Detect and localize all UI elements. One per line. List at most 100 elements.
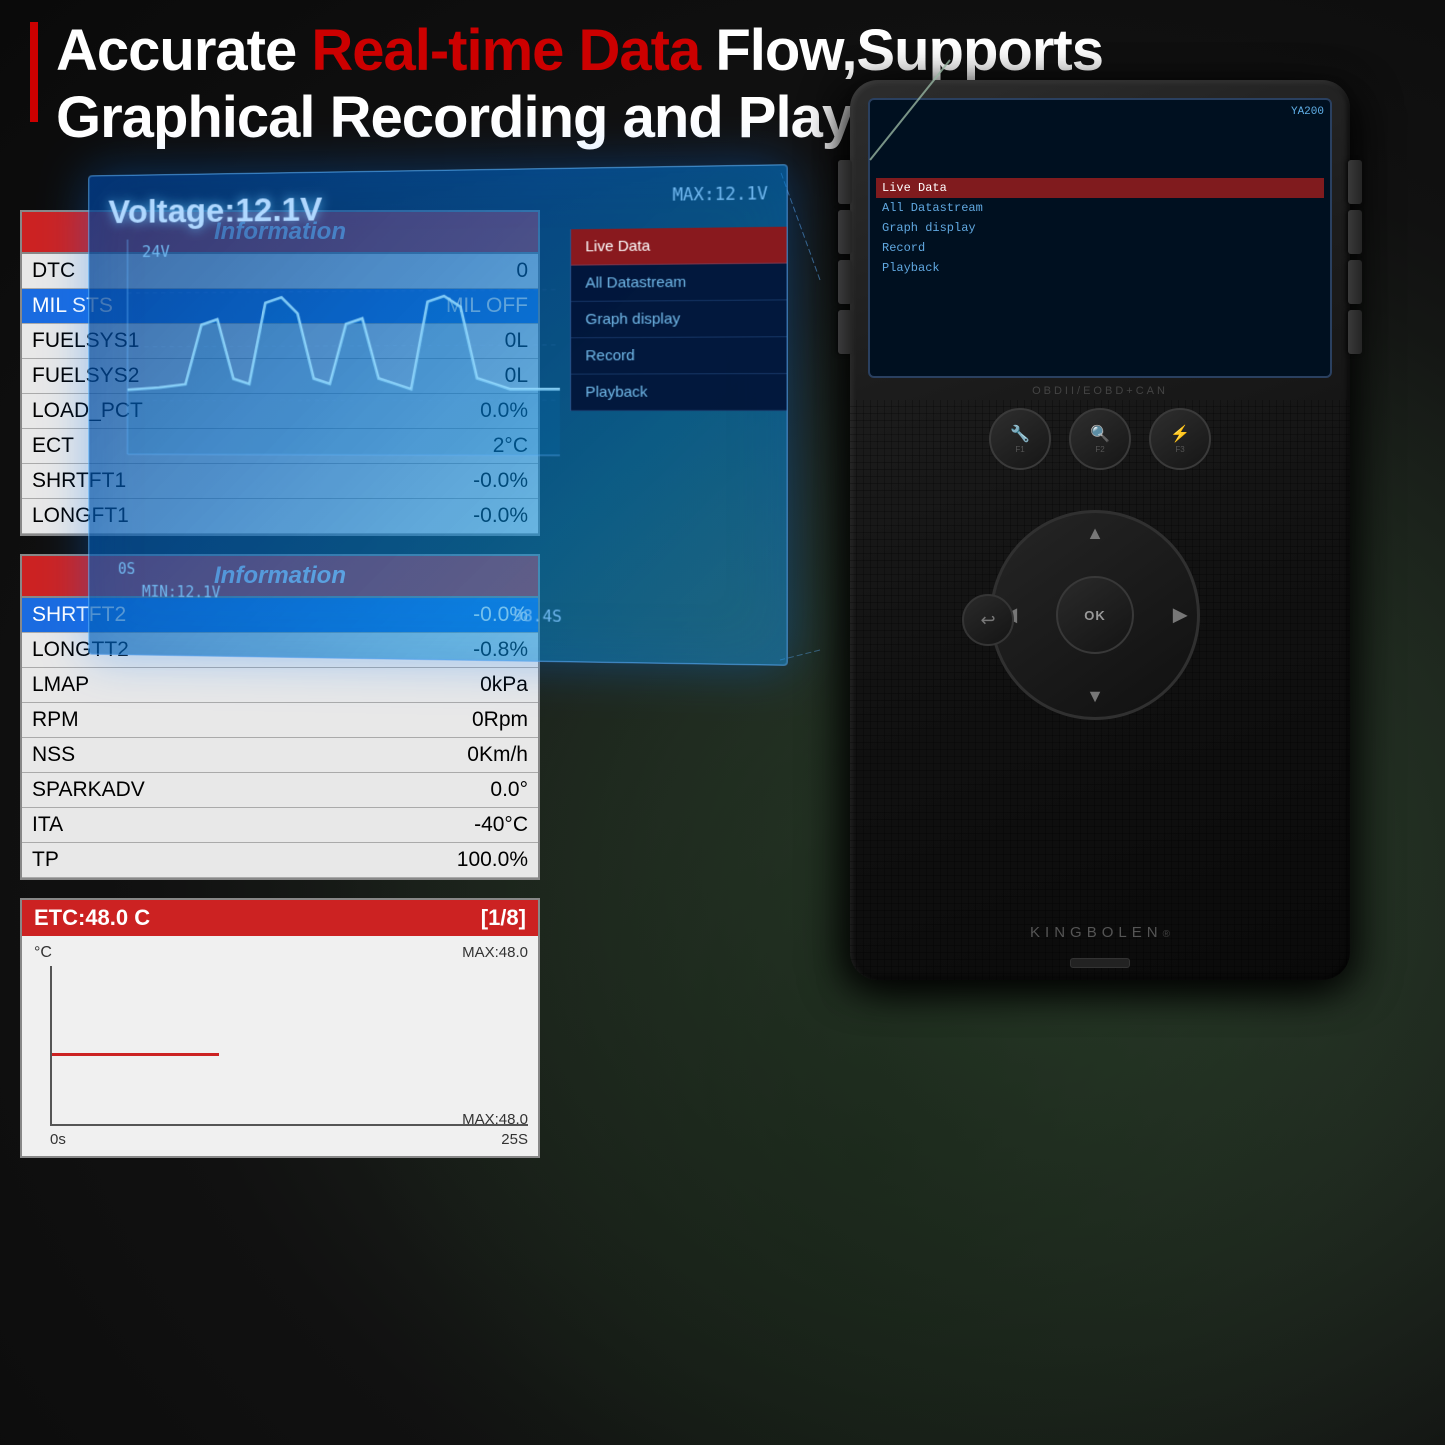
cell-value: 0.0% — [312, 394, 538, 429]
dpad-ring: ▲ ▼ ◀ ▶ OK — [990, 510, 1200, 720]
side-button[interactable] — [1348, 310, 1362, 354]
cell-label: SHRTFT1 — [22, 464, 312, 499]
info-table-2: Information SHRTFT2 -0.0% LONGTT2 -0.8% … — [20, 554, 540, 880]
screen-menu-item-alldatastream[interactable]: All Datastream — [876, 198, 1324, 218]
table-row: DTC 0 — [22, 254, 538, 289]
cell-value: 0kPa — [328, 668, 538, 703]
cell-value: 100.0% — [328, 843, 538, 878]
screen-menu-item-graphdisplay[interactable]: Graph display — [876, 218, 1324, 238]
table-row: SPARKADV 0.0° — [22, 773, 538, 808]
screen-model-label: YA200 — [876, 106, 1324, 118]
cell-value: 0 — [312, 254, 538, 289]
back-icon: ↩ — [980, 610, 995, 631]
side-button[interactable] — [838, 310, 852, 354]
info-table-1-header: Information — [22, 212, 538, 254]
function-buttons: 🔧 F1 🔍 F2 ⚡ F3 — [989, 408, 1211, 470]
side-buttons-left — [838, 160, 852, 354]
f2-label: F2 — [1095, 445, 1104, 454]
table-row: MIL STS MIL OFF — [22, 289, 538, 324]
info-table-1-body: DTC 0 MIL STS MIL OFF FUELSYS1 0L FUELSY… — [22, 254, 538, 534]
screen-content: YA200 Live Data All Datastream Graph dis… — [870, 100, 1330, 284]
brand-name: KINGBOLEN — [1030, 924, 1163, 941]
cell-label: ITA — [22, 808, 328, 843]
dpad-up-arrow[interactable]: ▲ — [1086, 523, 1104, 544]
usb-port — [1070, 958, 1130, 968]
title-red: Real-time Data — [311, 18, 700, 83]
etc-pagination: [1/8] — [481, 905, 526, 931]
cell-value: 2°C — [312, 429, 538, 464]
dpad-ok-button[interactable]: OK — [1056, 576, 1134, 654]
cell-value: 0L — [312, 324, 538, 359]
info-table-2-header: Information — [22, 556, 538, 598]
table-row: LONGFT1 -0.0% — [22, 499, 538, 534]
etc-chart-area — [50, 966, 528, 1126]
device-body: YA200 Live Data All Datastream Graph dis… — [850, 80, 1350, 980]
cell-label: FUELSYS2 — [22, 359, 312, 394]
table-row: SHRTFT2 -0.0% — [22, 598, 538, 633]
etc-max-bottom: MAX:48.0 — [462, 1111, 528, 1128]
cell-value: -0.0% — [328, 598, 538, 633]
brand-registered: ® — [1163, 929, 1170, 940]
table-row: LOAD_PCT 0.0% — [22, 394, 538, 429]
table-row: FUELSYS2 0L — [22, 359, 538, 394]
table-row: LMAP 0kPa — [22, 668, 538, 703]
cell-label: TP — [22, 843, 328, 878]
device-screen: YA200 Live Data All Datastream Graph dis… — [868, 98, 1332, 378]
table-row: SHRTFT1 -0.0% — [22, 464, 538, 499]
side-button[interactable] — [1348, 260, 1362, 304]
cell-value: 0Km/h — [328, 738, 538, 773]
etc-max-top: MAX:48.0 — [462, 944, 528, 961]
header-accent-bar — [30, 22, 38, 122]
etc-chart-header: ETC:48.0 C [1/8] — [22, 900, 538, 936]
func-button-f3[interactable]: ⚡ F3 — [1149, 408, 1211, 470]
side-button[interactable] — [838, 260, 852, 304]
screen-menu-item-playback[interactable]: Playback — [876, 258, 1324, 278]
func-button-f1[interactable]: 🔧 F1 — [989, 408, 1051, 470]
device-wrapper: YA200 Live Data All Datastream Graph dis… — [775, 80, 1425, 1280]
side-button[interactable] — [1348, 160, 1362, 204]
table-row: LONGTT2 -0.8% — [22, 633, 538, 668]
table-row: FUELSYS1 0L — [22, 324, 538, 359]
f3-label: F3 — [1175, 445, 1184, 454]
screen-menu-item-livedata[interactable]: Live Data — [876, 178, 1324, 198]
func-button-f2[interactable]: 🔍 F2 — [1069, 408, 1131, 470]
back-button[interactable]: ↩ — [962, 594, 1014, 646]
etc-x-start: 0s — [50, 1131, 66, 1148]
side-button[interactable] — [1348, 210, 1362, 254]
cell-label: LONGFT1 — [22, 499, 312, 534]
title-part2: Flow,Supports — [700, 18, 1103, 83]
etc-chart: ETC:48.0 C [1/8] °C MAX:48.0 MAX:48.0 0s… — [20, 898, 540, 1158]
etc-x-end: 25S — [501, 1131, 528, 1148]
title-part1: Accurate — [56, 18, 311, 83]
cell-value: -0.0% — [312, 464, 538, 499]
dtc-icon: 🔧 — [1010, 424, 1030, 444]
cell-value: -0.8% — [328, 633, 538, 668]
side-button[interactable] — [838, 210, 852, 254]
obdii-label: OBDII/EOBD+CAN — [1032, 385, 1168, 397]
cell-value: -0.0% — [312, 499, 538, 534]
cell-value: 0.0° — [328, 773, 538, 808]
cell-label: SHRTFT2 — [22, 598, 328, 633]
vin-icon: 🔍 — [1090, 424, 1110, 444]
dpad-down-arrow[interactable]: ▼ — [1086, 686, 1104, 707]
etc-y-label: °C — [34, 944, 52, 962]
etc-title: ETC:48.0 C — [34, 905, 150, 931]
dpad-area: ▲ ▼ ◀ ▶ OK ↩ — [990, 510, 1210, 730]
side-button[interactable] — [838, 160, 852, 204]
info-table-1: Information DTC 0 MIL STS MIL OFF FUELSY… — [20, 210, 540, 536]
cell-label: NSS — [22, 738, 328, 773]
screen-menu-item-record[interactable]: Record — [876, 238, 1324, 258]
table-row: TP 100.0% — [22, 843, 538, 878]
cell-label: ECT — [22, 429, 312, 464]
side-buttons-right — [1348, 160, 1362, 354]
dpad-right-arrow[interactable]: ▶ — [1173, 605, 1187, 626]
table-row: ECT 2°C — [22, 429, 538, 464]
info-table-2-body: SHRTFT2 -0.0% LONGTT2 -0.8% LMAP 0kPa RP… — [22, 598, 538, 878]
table-row: RPM 0Rpm — [22, 703, 538, 738]
brand-area: KINGBOLEN® — [1030, 924, 1170, 942]
table-row: ITA -40°C — [22, 808, 538, 843]
ok-label: OK — [1084, 608, 1106, 623]
cell-value: MIL OFF — [312, 289, 538, 324]
cell-label: LOAD_PCT — [22, 394, 312, 429]
etc-chart-body: °C MAX:48.0 MAX:48.0 0s 25S — [22, 936, 538, 1156]
